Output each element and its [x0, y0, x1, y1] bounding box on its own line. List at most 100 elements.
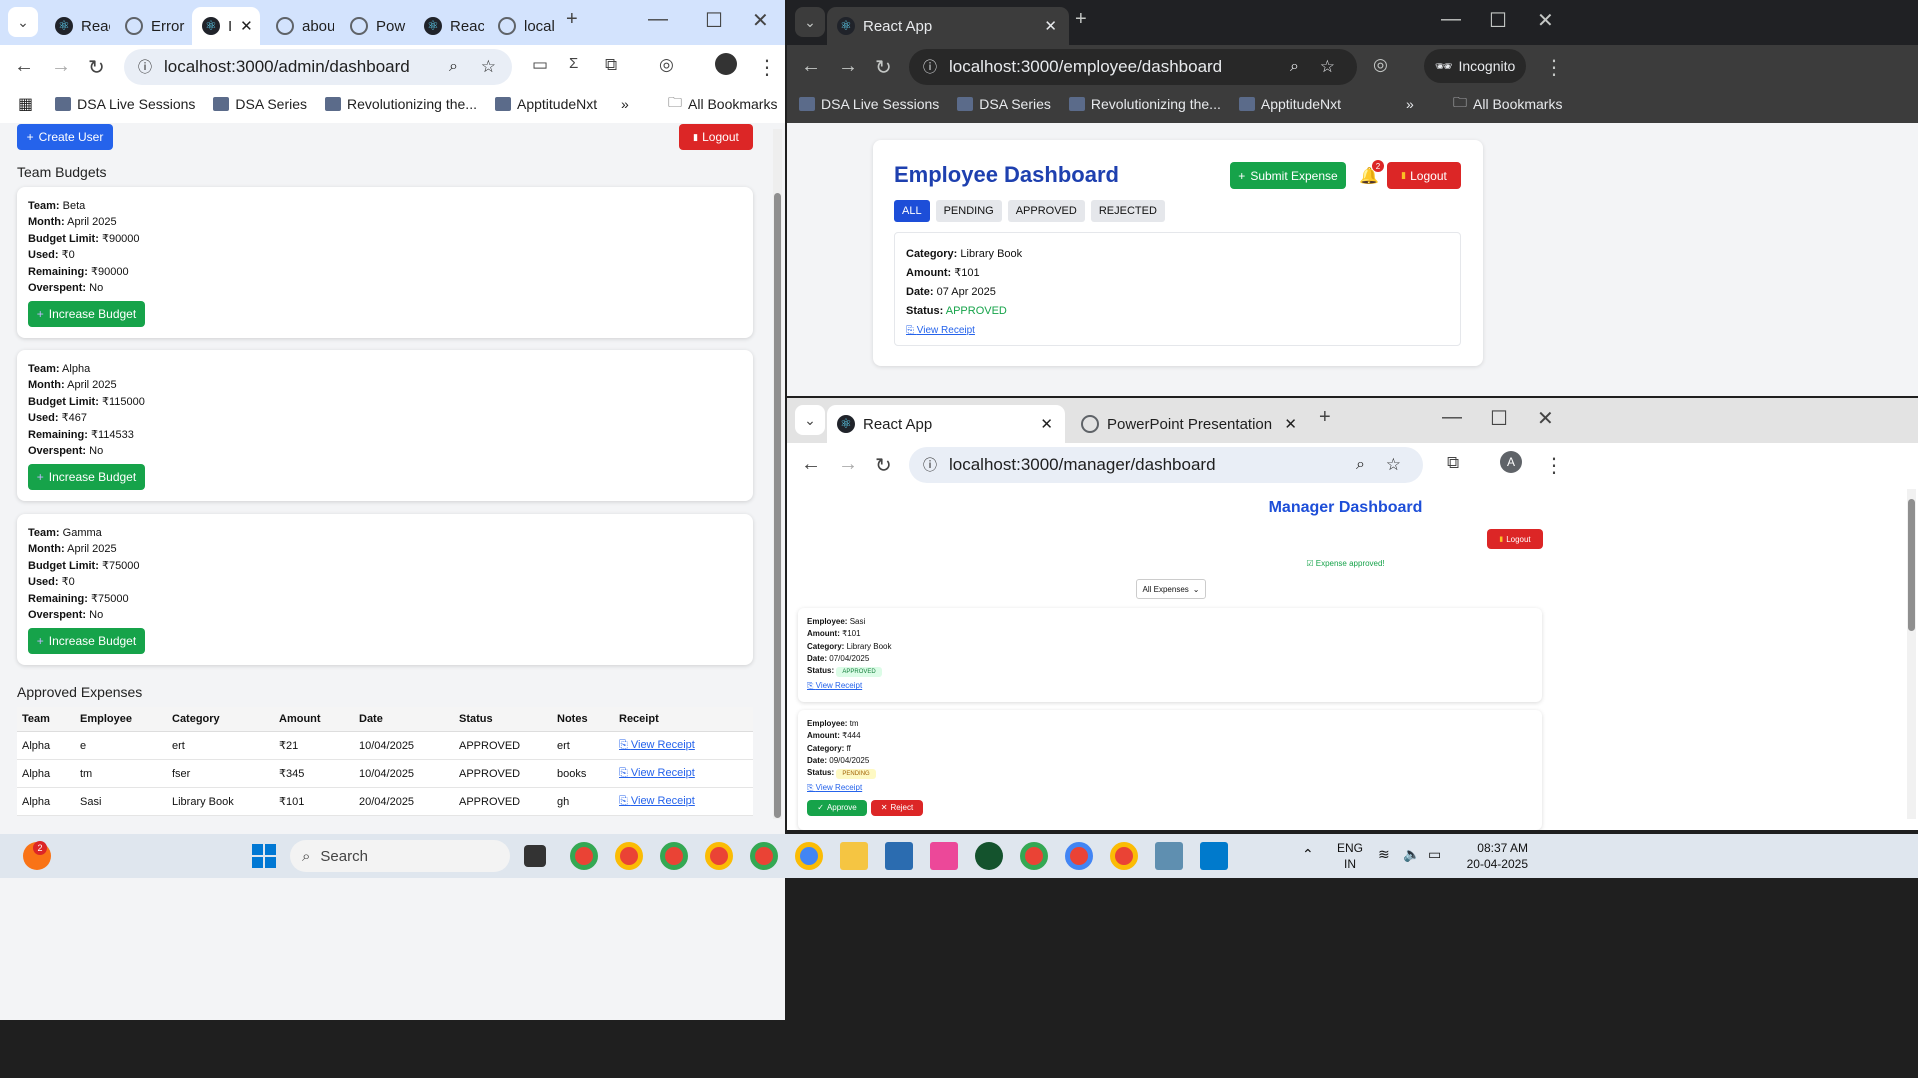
- view-receipt-link[interactable]: ⎘ View Receipt: [906, 325, 975, 336]
- bookmark-3[interactable]: Revolutionizing the...: [1068, 96, 1221, 112]
- zoom-icon[interactable]: ⌕: [1356, 456, 1365, 474]
- menu-icon[interactable]: ⋮: [1544, 55, 1564, 80]
- apps-grid-icon[interactable]: ▦: [18, 94, 33, 114]
- profile-avatar[interactable]: A: [1500, 451, 1522, 473]
- scrollbar-thumb[interactable]: [774, 193, 781, 818]
- expense-filter-select[interactable]: All Expenses ⌄: [1136, 579, 1206, 599]
- chrome-icon[interactable]: [570, 842, 598, 870]
- address-bar[interactable]: ⓘ localhost:3000/manager/dashboard ⌕ ☆: [909, 447, 1423, 483]
- tab-5[interactable]: Pow: [340, 7, 410, 45]
- wifi-icon[interactable]: ≋: [1378, 846, 1390, 863]
- chrome-icon[interactable]: [1020, 842, 1048, 870]
- bookmark-star-icon[interactable]: ☆: [1320, 57, 1335, 77]
- view-receipt-link[interactable]: ⎘ View Receipt: [807, 680, 862, 692]
- notepad-icon[interactable]: [885, 842, 913, 870]
- minimize-icon[interactable]: —: [1441, 8, 1461, 31]
- taskbar-search[interactable]: ⌕ Search: [290, 840, 510, 872]
- maximize-icon[interactable]: ☐: [1489, 8, 1507, 33]
- chrome-icon[interactable]: [660, 842, 688, 870]
- new-tab-icon[interactable]: +: [1319, 406, 1331, 429]
- address-bar[interactable]: ⓘ localhost:3000/admin/dashboard ⌕ ☆: [124, 49, 512, 85]
- filter-all[interactable]: ALL: [894, 200, 930, 222]
- screenshot-icon[interactable]: ◎: [1373, 55, 1388, 75]
- view-receipt-link[interactable]: ⎘ View Receipt: [807, 782, 862, 794]
- filter-approved[interactable]: APPROVED: [1007, 200, 1085, 222]
- scrollbar-thumb[interactable]: [1908, 499, 1915, 631]
- submit-expense-button[interactable]: + Submit Expense: [1230, 162, 1346, 189]
- chrome-icon[interactable]: [750, 842, 778, 870]
- bookmark-star-icon[interactable]: ☆: [1386, 455, 1401, 475]
- increase-budget-button[interactable]: + Increase Budget: [28, 628, 145, 655]
- filter-rejected[interactable]: REJECTED: [1090, 200, 1165, 222]
- new-tab-icon[interactable]: +: [566, 8, 578, 31]
- increase-budget-button[interactable]: + Increase Budget: [28, 464, 145, 491]
- extensions-icon[interactable]: ⧉: [605, 55, 617, 75]
- chrome-icon[interactable]: [1110, 842, 1138, 870]
- forward-icon[interactable]: →: [838, 55, 858, 78]
- profile-avatar[interactable]: [715, 53, 737, 75]
- tab-react-app[interactable]: ⚛ React App ✕: [827, 405, 1065, 443]
- filter-pending[interactable]: PENDING: [935, 200, 1002, 222]
- site-info-icon[interactable]: ⓘ: [923, 455, 937, 475]
- bookmark-star-icon[interactable]: ☆: [481, 57, 496, 77]
- minimize-icon[interactable]: —: [648, 8, 668, 31]
- extensions-icon[interactable]: ⧉: [1447, 453, 1459, 473]
- clock[interactable]: 08:37 AM 20-04-2025: [1458, 840, 1528, 872]
- bookmark-3[interactable]: Revolutionizing the...: [325, 96, 477, 112]
- close-icon[interactable]: ✕: [1040, 415, 1053, 433]
- close-icon[interactable]: ✕: [1044, 17, 1057, 35]
- more-bookmarks-icon[interactable]: »: [1406, 96, 1414, 112]
- start-icon[interactable]: [252, 844, 276, 868]
- close-window-icon[interactable]: ✕: [1537, 406, 1554, 431]
- tab-react-app[interactable]: ⚛ React App ✕: [827, 7, 1069, 45]
- vscode-icon[interactable]: [1200, 842, 1228, 870]
- tab-1[interactable]: ⚛Reac: [45, 7, 110, 45]
- all-bookmarks[interactable]: 🗀 All Bookmarks: [668, 92, 777, 116]
- language-indicator[interactable]: ENG IN: [1337, 840, 1363, 872]
- all-bookmarks[interactable]: 🗀 All Bookmarks: [1453, 92, 1562, 116]
- address-bar[interactable]: ⓘ localhost:3000/employee/dashboard ⌕ ☆: [909, 49, 1357, 85]
- tab-powerpoint[interactable]: PowerPoint Presentation ✕: [1071, 405, 1309, 443]
- bookmark-4[interactable]: ApptitudeNxt: [494, 96, 597, 112]
- chrome-icon[interactable]: [1065, 842, 1093, 870]
- bookmark-1[interactable]: DSA Live Sessions: [799, 96, 939, 112]
- logout-button[interactable]: ▮ Logout: [1487, 529, 1543, 549]
- bookmark-4[interactable]: ApptitudeNxt: [1238, 96, 1341, 112]
- zoom-icon[interactable]: ⌕: [449, 58, 458, 76]
- increase-budget-button[interactable]: + Increase Budget: [28, 301, 145, 328]
- chevron-up-icon[interactable]: ⌃: [1302, 846, 1314, 863]
- tab-6[interactable]: ⚛ Reac: [414, 7, 484, 45]
- forward-icon[interactable]: →: [51, 55, 71, 78]
- cast-icon[interactable]: ▭: [532, 55, 548, 75]
- tab-search-button[interactable]: ⌄: [8, 7, 38, 37]
- more-bookmarks-icon[interactable]: »: [621, 96, 629, 112]
- mongodb-icon[interactable]: [975, 842, 1003, 870]
- tab-search-button[interactable]: ⌄: [795, 405, 825, 435]
- close-window-icon[interactable]: ✕: [752, 8, 769, 33]
- bookmark-1[interactable]: DSA Live Sessions: [55, 96, 195, 112]
- logout-button[interactable]: ▮ Logout: [679, 124, 753, 150]
- maximize-icon[interactable]: ☐: [705, 8, 723, 33]
- menu-icon[interactable]: ⋮: [757, 55, 777, 80]
- chrome-icon[interactable]: [705, 842, 733, 870]
- extension-sigma-icon[interactable]: Σ: [569, 55, 578, 72]
- battery-icon[interactable]: ▭: [1428, 846, 1441, 863]
- approve-button[interactable]: ✓ Approve: [807, 799, 867, 816]
- tab-2[interactable]: Error: [115, 7, 187, 45]
- scrollbar-track[interactable]: [773, 129, 782, 819]
- close-window-icon[interactable]: ✕: [1537, 8, 1554, 33]
- close-icon[interactable]: ✕: [240, 17, 253, 35]
- tab-search-button[interactable]: ⌄: [795, 7, 825, 37]
- tab-3-active[interactable]: ⚛ I ✕: [192, 7, 260, 45]
- tab-4[interactable]: abou: [266, 7, 334, 45]
- reload-icon[interactable]: ↻: [88, 55, 105, 80]
- reload-icon[interactable]: ↻: [875, 453, 892, 478]
- desktop-app-icon[interactable]: [1155, 842, 1183, 870]
- snipping-tool-icon[interactable]: [930, 842, 958, 870]
- reject-button[interactable]: ✕ Reject: [871, 799, 923, 816]
- forward-icon[interactable]: →: [838, 453, 858, 476]
- view-receipt-link[interactable]: ⎘ View Receipt: [619, 739, 695, 751]
- menu-icon[interactable]: ⋮: [1544, 453, 1564, 478]
- scrollbar-track[interactable]: [1907, 489, 1916, 819]
- site-info-icon[interactable]: ⓘ: [138, 57, 152, 77]
